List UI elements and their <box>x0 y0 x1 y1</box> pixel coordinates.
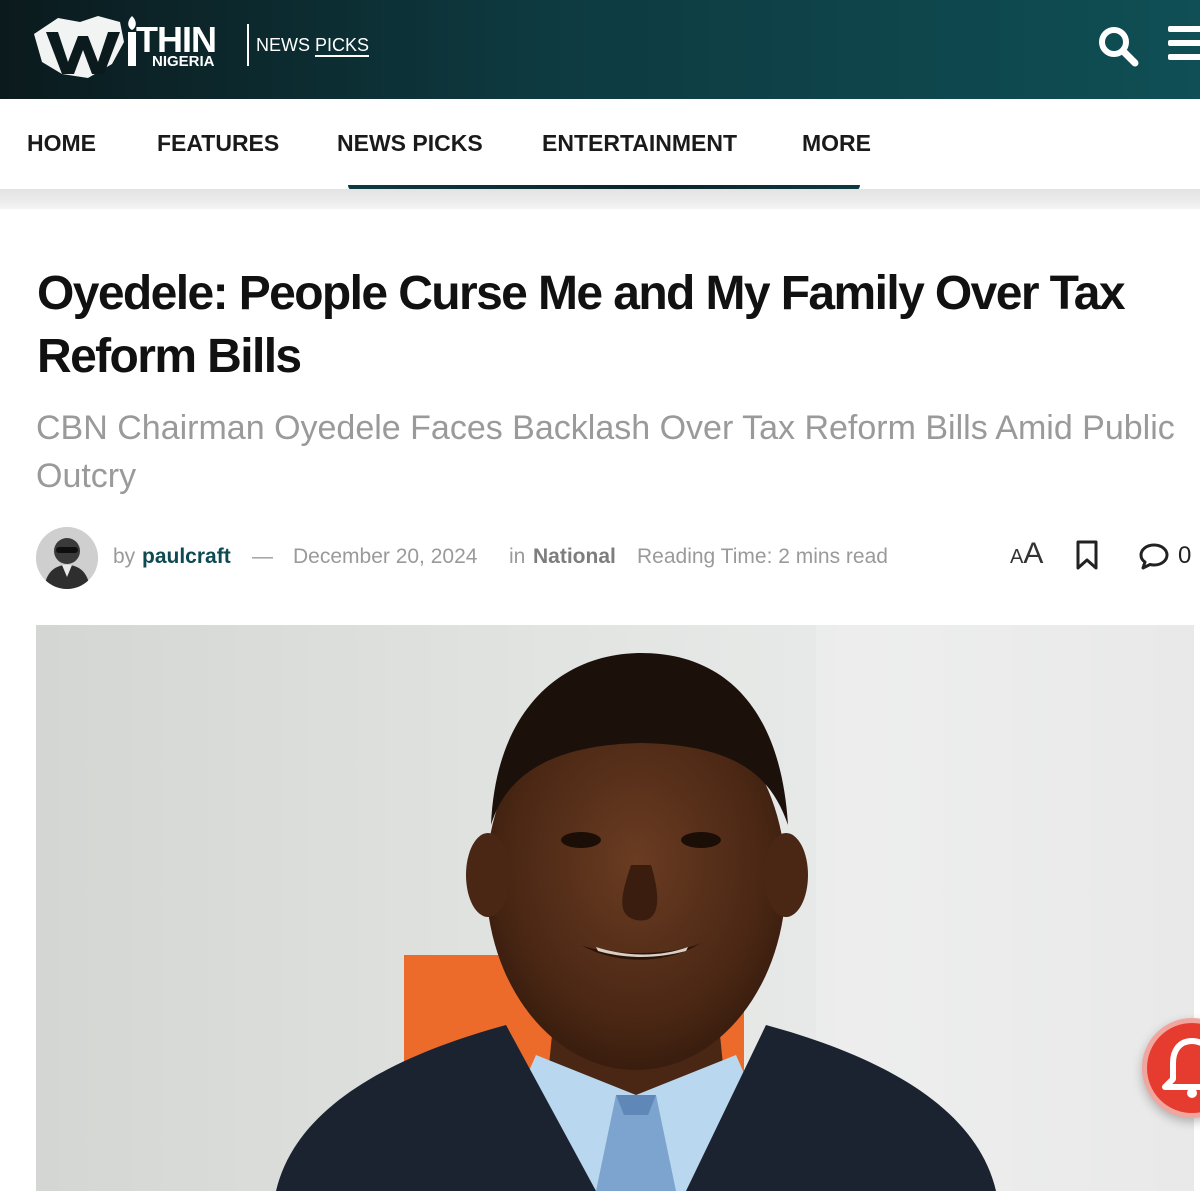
category-link[interactable]: National <box>533 544 616 570</box>
nav-item-more[interactable]: MORE <box>802 129 871 157</box>
font-size-button[interactable]: AA <box>1010 537 1043 571</box>
article-title: Oyedele: People Curse Me and My Family O… <box>37 267 1126 383</box>
featured-image <box>36 625 1194 1191</box>
site-logo[interactable]: THIN NIGERIA <box>28 12 238 84</box>
site-header: THIN NIGERIA NEWS PICKS <box>0 0 1200 99</box>
hamburger-menu-icon <box>1168 26 1200 32</box>
reading-time: Reading Time: 2 mins read <box>637 545 888 568</box>
comment-icon[interactable] <box>1138 541 1170 571</box>
menu-button[interactable] <box>1168 26 1200 60</box>
hamburger-line <box>1168 54 1200 60</box>
author-link[interactable]: paulcraft <box>142 544 231 570</box>
main-nav: HOME FEATURES NEWS PICKS ENTERTAINMENT M… <box>0 99 1200 191</box>
meta-separator: — <box>252 545 273 568</box>
notification-button[interactable] <box>1142 1018 1200 1118</box>
section-tag-picks: PICKS <box>315 35 370 57</box>
article-meta: by paulcraft — December 20, 2024 in Nati… <box>0 525 1200 589</box>
section-tag-news: NEWS <box>256 35 310 55</box>
portrait-photo <box>36 625 1194 1191</box>
bell-icon <box>1162 1038 1200 1098</box>
section-tag[interactable]: NEWS PICKS <box>256 34 370 57</box>
comment-count[interactable]: 0 <box>1178 542 1191 570</box>
publish-date: December 20, 2024 <box>293 545 478 568</box>
font-size-small-icon: A <box>1010 546 1024 568</box>
nav-item-news-picks[interactable]: NEWS PICKS <box>337 129 483 157</box>
nav-item-home[interactable]: HOME <box>27 129 96 157</box>
author-avatar-image <box>36 527 98 589</box>
font-size-large-icon: A <box>1023 537 1044 570</box>
logo-mark-icon <box>34 16 136 78</box>
bookmark-icon[interactable] <box>1074 539 1100 571</box>
category-in-label: in <box>509 545 526 568</box>
logo-subtext: NIGERIA <box>152 53 215 70</box>
article-subtitle: CBN Chairman Oyedele Faces Backlash Over… <box>36 409 1175 495</box>
search-icon <box>1099 27 1139 67</box>
author-avatar[interactable] <box>36 527 98 589</box>
logo-divider <box>247 24 249 66</box>
nav-item-features[interactable]: FEATURES <box>157 129 279 157</box>
nav-divider <box>0 189 1200 209</box>
nav-item-entertainment[interactable]: ENTERTAINMENT <box>542 129 737 157</box>
search-button[interactable] <box>1096 24 1140 68</box>
author-by-label: by <box>113 545 136 568</box>
hamburger-line <box>1168 40 1200 46</box>
